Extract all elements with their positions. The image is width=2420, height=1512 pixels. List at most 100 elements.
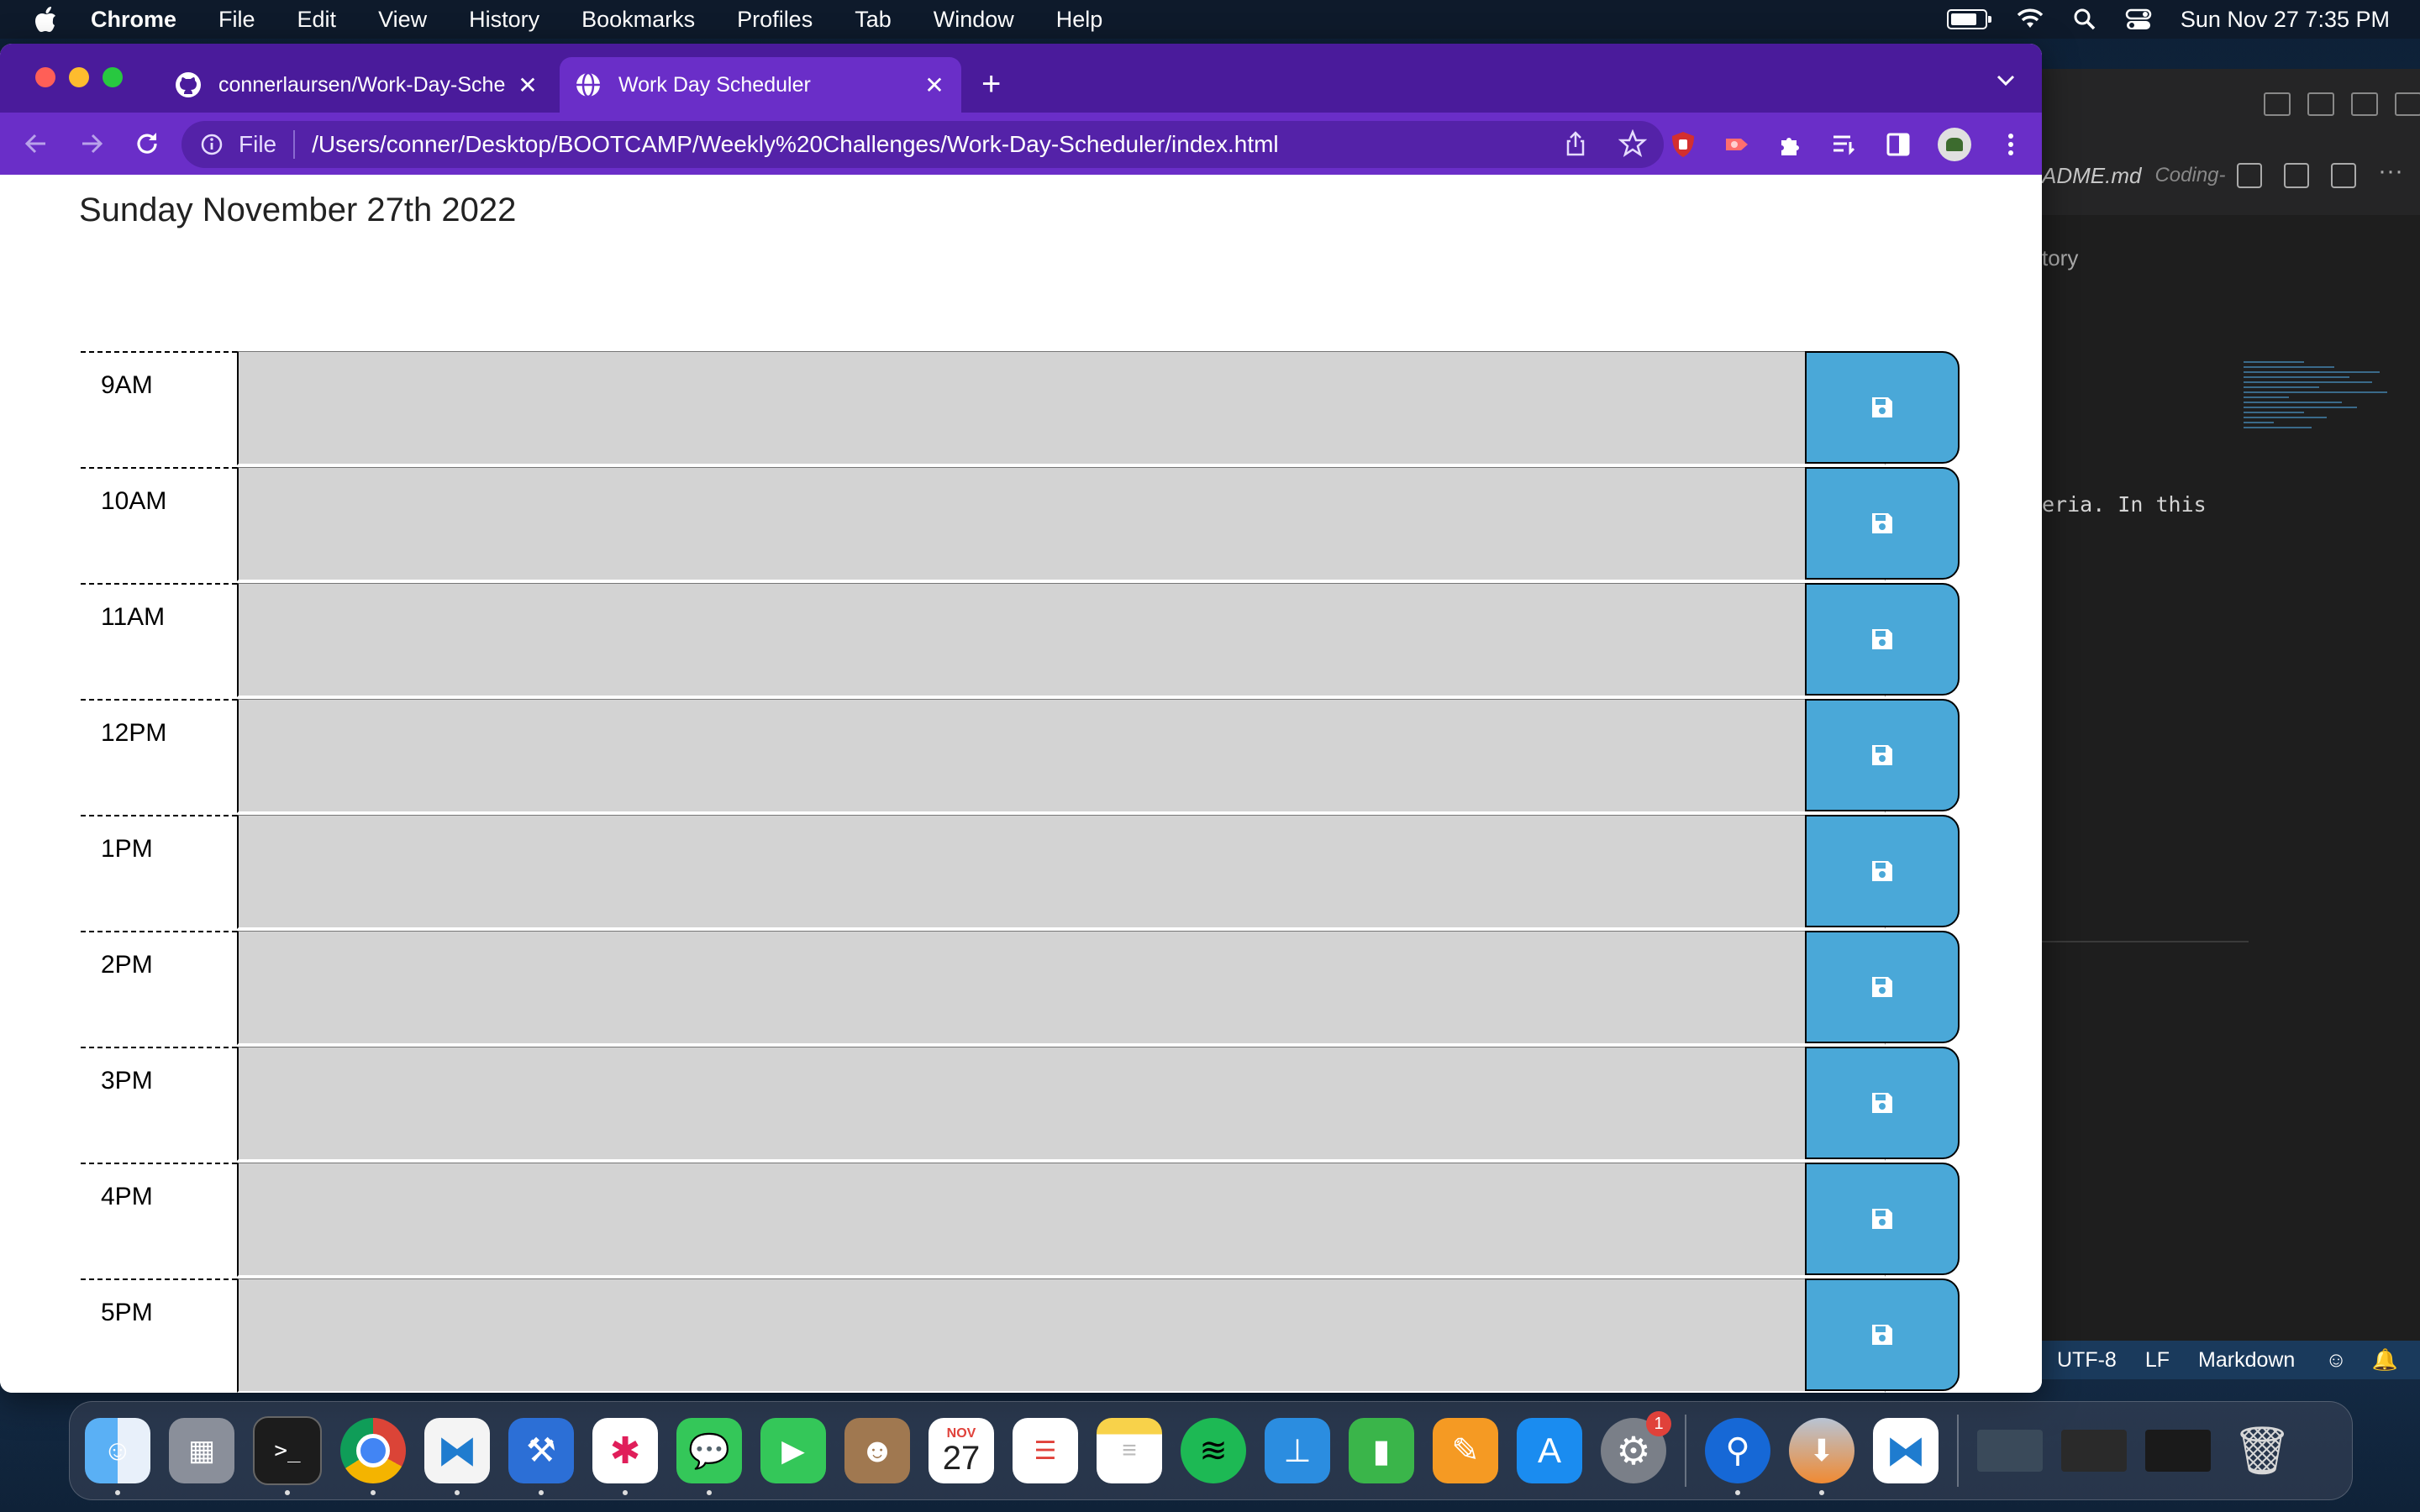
tab-work-day-scheduler-close-icon[interactable]: ✕ — [919, 71, 950, 99]
event-description-input[interactable] — [237, 351, 1886, 465]
event-description-input[interactable] — [237, 1278, 1886, 1393]
vscode-tab-readme[interactable]: ADME.md — [2042, 163, 2141, 189]
app-store-icon[interactable]: A — [1517, 1418, 1582, 1483]
vscode-insiders-dock-icon[interactable]: ⧓ — [1873, 1418, 1939, 1483]
extensions-puzzle-icon[interactable] — [1776, 130, 1805, 159]
status-eol[interactable]: LF — [2145, 1348, 2170, 1373]
save-button[interactable] — [1805, 1278, 1960, 1391]
recent-window-thumbnail-1[interactable] — [1977, 1430, 2043, 1472]
trash-icon[interactable]: 🗑 — [2229, 1418, 2295, 1483]
menu-history[interactable]: History — [469, 7, 539, 33]
save-button[interactable] — [1805, 467, 1960, 580]
menu-chrome[interactable]: Chrome — [91, 7, 176, 33]
recent-window-thumbnail-3[interactable] — [2145, 1430, 2211, 1472]
apple-icon[interactable] — [34, 6, 57, 33]
pages-icon[interactable]: ✎ — [1433, 1418, 1498, 1483]
control-center-icon[interactable] — [2125, 8, 2152, 31]
sourcetree-icon[interactable]: ⚲ — [1705, 1418, 1770, 1495]
toggle-sidebar-icon[interactable] — [2264, 92, 2291, 116]
battery-icon[interactable] — [1946, 9, 1991, 29]
chrome-icon[interactable] — [340, 1418, 406, 1495]
tab-search-chevron-icon[interactable] — [1995, 69, 2017, 91]
notes-icon[interactable]: ≡ — [1097, 1418, 1162, 1483]
split-editor-icon[interactable] — [2331, 163, 2356, 188]
menu-bookmarks[interactable]: Bookmarks — [581, 7, 695, 33]
new-tab-plus-icon[interactable]: + — [981, 66, 1001, 103]
feedback-icon[interactable]: ☺ — [2325, 1348, 2347, 1373]
event-description-input[interactable] — [237, 583, 1886, 697]
more-actions-icon[interactable]: ··· — [2378, 159, 2403, 188]
url-text[interactable]: /Users/conner/Desktop/BOOTCAMP/Weekly%20… — [312, 131, 1279, 158]
menu-edit[interactable]: Edit — [297, 7, 337, 33]
menu-file[interactable]: File — [218, 7, 255, 33]
open-changes-icon[interactable] — [2237, 163, 2262, 188]
window-minimize-button[interactable] — [69, 67, 89, 87]
menu-tab[interactable]: Tab — [855, 7, 892, 33]
recent-window-thumbnail-2[interactable] — [2061, 1430, 2127, 1472]
reminders-icon[interactable]: ☰ — [1013, 1418, 1078, 1483]
vscode-breadcrumb[interactable]: tory — [2042, 245, 2078, 271]
back-arrow-icon[interactable] — [22, 129, 50, 158]
save-button[interactable] — [1805, 815, 1960, 927]
customize-layout-icon[interactable] — [2395, 92, 2420, 116]
event-description-input[interactable] — [237, 1163, 1886, 1277]
messages-icon[interactable]: 💬 — [676, 1418, 742, 1495]
ublock-extension-icon[interactable] — [1669, 130, 1697, 159]
downloads-stack-icon[interactable]: ⬇ — [1789, 1418, 1854, 1495]
toggle-panel-icon[interactable] — [2307, 92, 2334, 116]
reading-list-icon[interactable] — [1830, 130, 1859, 159]
window-zoom-button[interactable] — [103, 67, 123, 87]
event-description-input[interactable] — [237, 931, 1886, 1045]
numbers-icon[interactable]: ▮ — [1349, 1418, 1414, 1483]
facetime-icon[interactable]: ▶ — [760, 1418, 826, 1483]
event-description-input[interactable] — [237, 699, 1886, 813]
side-panel-icon[interactable] — [1884, 130, 1912, 159]
status-language[interactable]: Markdown — [2198, 1348, 2295, 1373]
contacts-icon[interactable]: ☻ — [844, 1418, 910, 1483]
tab-github[interactable]: connerlaursen/Work-Day-Sche ✕ — [160, 57, 555, 113]
launchpad-icon[interactable]: ▦ — [169, 1418, 234, 1483]
menu-view[interactable]: View — [378, 7, 427, 33]
tab-github-close-icon[interactable]: ✕ — [513, 71, 543, 99]
vscode-dock-icon[interactable]: ⧓ — [424, 1418, 490, 1495]
preview-icon[interactable] — [2284, 163, 2309, 188]
xcode-icon[interactable]: ⚒ — [508, 1418, 574, 1495]
status-encoding[interactable]: UTF-8 — [2057, 1348, 2117, 1373]
chrome-menu-kebab-icon[interactable] — [1996, 130, 2025, 159]
slack-icon[interactable]: ✱ — [592, 1418, 658, 1495]
event-description-input[interactable] — [237, 467, 1886, 581]
tab-work-day-scheduler[interactable]: Work Day Scheduler ✕ — [560, 57, 961, 113]
save-button[interactable] — [1805, 1047, 1960, 1159]
window-close-button[interactable] — [35, 67, 55, 87]
site-info-icon[interactable] — [200, 133, 224, 156]
save-button[interactable] — [1805, 1163, 1960, 1275]
save-button[interactable] — [1805, 699, 1960, 811]
menu-help[interactable]: Help — [1056, 7, 1103, 33]
notifications-bell-icon[interactable]: 🔔 — [2372, 1348, 2398, 1373]
event-description-input[interactable] — [237, 815, 1886, 929]
share-icon[interactable] — [1561, 129, 1590, 158]
screen-recorder-extension-icon[interactable] — [1723, 130, 1751, 159]
save-button[interactable] — [1805, 931, 1960, 1043]
menu-window[interactable]: Window — [934, 7, 1014, 33]
forward-arrow-icon[interactable] — [77, 129, 106, 158]
address-bar[interactable]: File /Users/conner/Desktop/BOOTCAMP/Week… — [182, 121, 1664, 168]
toggle-secondary-sidebar-icon[interactable] — [2351, 92, 2378, 116]
menu-profiles[interactable]: Profiles — [737, 7, 813, 33]
save-button[interactable] — [1805, 351, 1960, 464]
system-settings-icon[interactable]: ⚙ 1 — [1601, 1411, 1671, 1483]
calendar-icon[interactable]: NOV 27 — [929, 1418, 994, 1483]
profile-avatar[interactable] — [1938, 128, 1971, 161]
menubar-clock[interactable]: Sun Nov 27 7:35 PM — [2181, 7, 2390, 33]
wifi-icon[interactable] — [2016, 8, 2044, 31]
save-button[interactable] — [1805, 583, 1960, 696]
spotlight-search-icon[interactable] — [2073, 8, 2096, 31]
vscode-editor[interactable]: tory eria. In this — [2039, 215, 2420, 1341]
finder-icon[interactable]: ☺ — [85, 1418, 150, 1495]
reload-icon[interactable] — [133, 129, 161, 158]
vscode-minimap[interactable] — [2244, 358, 2395, 526]
terminal-icon[interactable]: >_ — [253, 1416, 322, 1495]
keynote-icon[interactable]: ⊥ — [1265, 1418, 1330, 1483]
spotify-icon[interactable]: ≋ — [1181, 1418, 1246, 1483]
event-description-input[interactable] — [237, 1047, 1886, 1161]
